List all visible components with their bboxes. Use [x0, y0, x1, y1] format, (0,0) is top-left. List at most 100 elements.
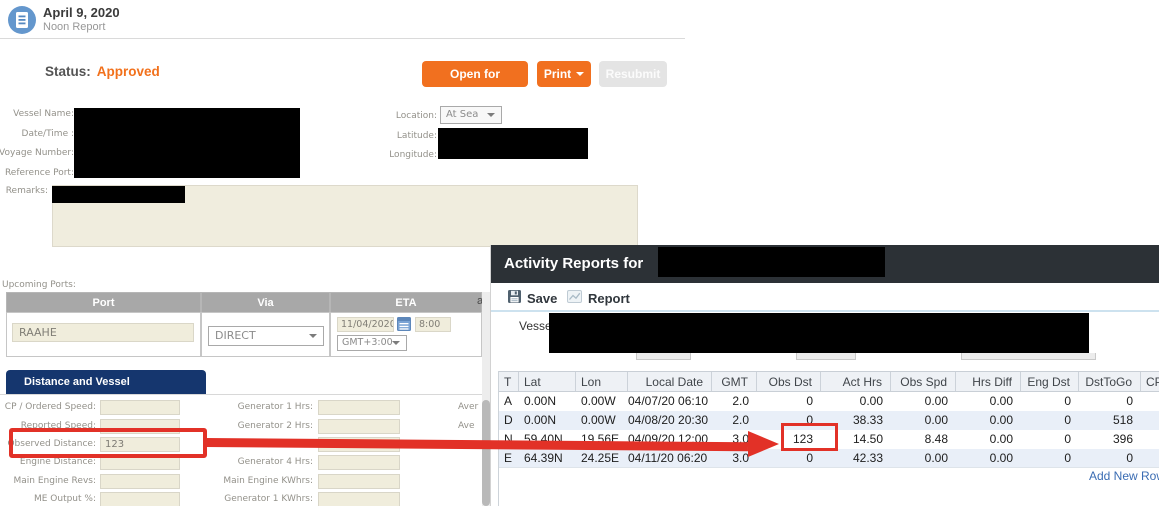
cell[interactable]: 0: [1021, 449, 1079, 467]
resubmit-button[interactable]: Resubmit: [599, 61, 667, 87]
cell[interactable]: 0: [1079, 392, 1141, 411]
chevron-down-icon: [392, 341, 400, 345]
cell[interactable]: 0.00: [891, 392, 956, 411]
cell[interactable]: 0: [1021, 411, 1079, 430]
cell[interactable]: 24.25E: [576, 449, 628, 467]
cell[interactable]: 04/11/20 06:20: [628, 449, 712, 467]
cell[interactable]: 0: [1079, 449, 1141, 467]
location-select[interactable]: At Sea: [440, 106, 502, 124]
eta-date-input[interactable]: 11/04/2020: [337, 317, 394, 332]
cp-ordered-speed-input[interactable]: [100, 400, 180, 415]
cp-ordered-speed-label: CP / Ordered Speed:: [5, 402, 96, 412]
eta-timezone-select[interactable]: GMT+3:00: [337, 335, 407, 351]
cell[interactable]: 0.00: [891, 411, 956, 430]
main-engine-kwhrs-label: Main Engine KWhrs:: [223, 476, 313, 486]
save-button[interactable]: Save: [508, 290, 557, 306]
upcoming-ports-header-eta: ETA: [330, 292, 482, 313]
scrollbar-thumb[interactable]: [482, 400, 490, 506]
open-for-resubmit-button[interactable]: Open for Resubmit: [422, 61, 528, 87]
col-header-local-date: Local Date: [628, 372, 712, 391]
status-label: Status:: [45, 64, 91, 79]
main-engine-revs-input[interactable]: [100, 474, 180, 489]
redaction-block: [658, 247, 885, 277]
cell[interactable]: 2.0: [712, 411, 757, 430]
cell[interactable]: 0.00: [891, 449, 956, 467]
upcoming-ports-header-via: Via: [201, 292, 330, 313]
remarks-label: Remarks:: [6, 186, 48, 196]
cell[interactable]: D: [499, 411, 519, 430]
generator-2-hrs-label: Generator 2 Hrs:: [238, 421, 313, 431]
cell[interactable]: E: [499, 449, 519, 467]
cell[interactable]: 0: [1021, 430, 1079, 449]
upcoming-ports-label: Upcoming Ports:: [2, 280, 76, 290]
print-button[interactable]: Print: [537, 61, 591, 87]
col-header-obs-dst: Obs Dst: [757, 372, 821, 391]
cut-average-label: Ave: [458, 421, 483, 431]
col-header-lon: Lon: [576, 372, 628, 391]
cell[interactable]: [1141, 392, 1159, 411]
occluded-control: [961, 353, 1096, 360]
upcoming-ports-header-port: Port: [6, 292, 201, 313]
save-button-label: Save: [527, 291, 557, 306]
cell[interactable]: 0.00: [956, 392, 1021, 411]
generator-1-kwhrs-input[interactable]: [318, 492, 400, 506]
cell[interactable]: 2.0: [712, 392, 757, 411]
generator-1-kwhrs-label: Generator 1 KWhrs:: [224, 494, 313, 504]
cell[interactable]: 0.00: [956, 449, 1021, 467]
cell[interactable]: 64.39N: [519, 449, 576, 467]
vertical-scrollbar[interactable]: [482, 292, 490, 506]
cell[interactable]: 396: [1079, 430, 1141, 449]
generator-2-hrs-input[interactable]: [318, 419, 400, 434]
cell[interactable]: 0.00W: [576, 392, 628, 411]
cell[interactable]: 0.00: [956, 430, 1021, 449]
cell[interactable]: 0.00N: [519, 392, 576, 411]
save-icon: [508, 290, 521, 306]
main-engine-kwhrs-input[interactable]: [318, 474, 400, 489]
report-button[interactable]: Report: [567, 290, 630, 306]
engine-distance-label: Engine Distance:: [20, 457, 96, 467]
cell[interactable]: 04/08/20 20:30: [628, 411, 712, 430]
port-input[interactable]: RAAHE: [12, 323, 194, 342]
generator-1-hrs-input[interactable]: [318, 400, 400, 415]
table-row[interactable]: E64.39N24.25E04/11/20 06:203.0042.330.00…: [499, 449, 1159, 468]
activity-reports-panel: Activity Reports for Save: [490, 245, 1159, 506]
occluded-control: [796, 353, 856, 360]
cell[interactable]: [1141, 449, 1159, 467]
report-chart-icon: [567, 290, 582, 306]
cell[interactable]: 518: [1079, 411, 1141, 430]
cell[interactable]: [1141, 411, 1159, 430]
table-row[interactable]: A0.00N0.00W04/07/20 06:102.000.000.000.0…: [499, 392, 1159, 411]
cell[interactable]: 0.00: [956, 411, 1021, 430]
cell[interactable]: 04/07/20 06:10: [628, 392, 712, 411]
cell[interactable]: 0.00: [821, 392, 891, 411]
cell[interactable]: 0.00N: [519, 411, 576, 430]
latitude-label: Latitude:: [397, 131, 437, 141]
eta-time-input[interactable]: 8:00: [415, 317, 451, 332]
cell[interactable]: [1141, 430, 1159, 449]
status-row: Status:Approved: [45, 64, 160, 79]
tab-distance-and-vessel[interactable]: Distance and Vessel: [6, 370, 206, 394]
add-new-row-link[interactable]: Add New Row: [1089, 469, 1159, 483]
toolbar-divider: [491, 310, 1159, 312]
noon-report-icon: [8, 6, 36, 39]
cell[interactable]: 0: [1021, 392, 1079, 411]
col-header-cp: CP: [1141, 372, 1159, 391]
activity-panel-title: Activity Reports for: [504, 255, 643, 272]
col-header-gmt: GMT: [712, 372, 757, 391]
me-output-input[interactable]: [100, 492, 180, 506]
calendar-icon[interactable]: [397, 317, 411, 336]
cell[interactable]: 42.33: [821, 449, 891, 467]
via-select[interactable]: DIRECT: [208, 326, 324, 346]
annotation-arrow-head: [748, 431, 779, 457]
cell[interactable]: 0: [757, 392, 821, 411]
cell[interactable]: 8.48: [891, 430, 956, 449]
redaction-block: [438, 128, 588, 159]
print-button-label: Print: [544, 67, 571, 81]
generator-4-hrs-input[interactable]: [318, 455, 400, 470]
cell[interactable]: 0.00W: [576, 411, 628, 430]
redaction-block: [74, 108, 300, 178]
cut-average-label: Aver: [458, 402, 483, 412]
cell[interactable]: A: [499, 392, 519, 411]
noon-report-page: April 9, 2020 Noon Report Status:Approve…: [0, 0, 1159, 506]
redaction-block: [52, 186, 185, 203]
